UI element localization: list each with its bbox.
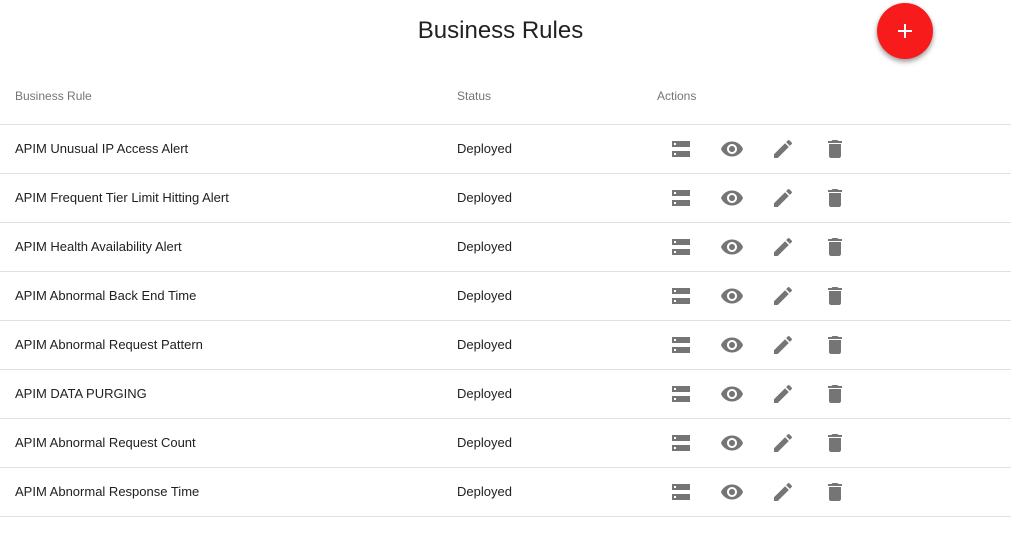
delete-button[interactable] [823, 284, 847, 308]
edit-icon [774, 139, 792, 158]
view-button[interactable] [720, 382, 744, 406]
deploy-info-icon [672, 386, 690, 402]
edit-icon [774, 384, 792, 403]
table-row: APIM Abnormal Request Pattern Deployed [0, 321, 1011, 370]
delete-button[interactable] [823, 137, 847, 161]
rule-status: Deployed [457, 239, 512, 254]
deploy-info-icon [672, 337, 690, 353]
edit-icon [774, 286, 792, 305]
delete-icon [828, 434, 842, 452]
table-row: APIM Unusual IP Access Alert Deployed [0, 125, 1011, 174]
deploy-info-button[interactable] [669, 137, 693, 161]
view-button[interactable] [720, 431, 744, 455]
delete-icon [828, 189, 842, 207]
table-row: APIM Health Availability Alert Deployed [0, 223, 1011, 272]
table-row: APIM Abnormal Back End Time Deployed [0, 272, 1011, 321]
edit-icon [774, 433, 792, 452]
delete-icon [828, 483, 842, 501]
delete-icon [828, 287, 842, 305]
edit-button[interactable] [771, 137, 795, 161]
table-row: APIM Abnormal Request Count Deployed [0, 419, 1011, 468]
deploy-info-icon [672, 239, 690, 255]
delete-icon [828, 140, 842, 158]
edit-icon [774, 188, 792, 207]
edit-button[interactable] [771, 284, 795, 308]
table-row: APIM DATA PURGING Deployed [0, 370, 1011, 419]
deploy-info-icon [672, 141, 690, 157]
plus-icon [898, 24, 912, 38]
view-icon [721, 484, 743, 500]
edit-button[interactable] [771, 431, 795, 455]
rule-name: APIM Frequent Tier Limit Hitting Alert [15, 190, 229, 205]
deploy-info-button[interactable] [669, 235, 693, 259]
rule-name: APIM Unusual IP Access Alert [15, 141, 189, 156]
column-header-actions: Actions [657, 89, 697, 103]
table-row: APIM Abnormal Response Time Deployed [0, 468, 1011, 517]
delete-button[interactable] [823, 186, 847, 210]
delete-icon [828, 238, 842, 256]
deploy-info-icon [672, 190, 690, 206]
deploy-info-button[interactable] [669, 480, 693, 504]
edit-icon [774, 237, 792, 256]
view-icon [721, 337, 743, 353]
edit-button[interactable] [771, 480, 795, 504]
edit-button[interactable] [771, 382, 795, 406]
edit-button[interactable] [771, 333, 795, 357]
edit-icon [774, 335, 792, 354]
page-title: Business Rules [417, 17, 584, 44]
delete-button[interactable] [823, 235, 847, 259]
rule-name: APIM Abnormal Request Pattern [15, 337, 203, 352]
delete-button[interactable] [823, 431, 847, 455]
view-icon [721, 141, 743, 157]
delete-button[interactable] [823, 480, 847, 504]
deploy-info-button[interactable] [669, 186, 693, 210]
view-icon [721, 435, 743, 451]
delete-button[interactable] [823, 333, 847, 357]
add-business-rule-button[interactable] [877, 3, 933, 59]
rule-status: Deployed [457, 337, 512, 352]
view-icon [721, 239, 743, 255]
delete-icon [828, 336, 842, 354]
business-rules-table: Business Rule Status Actions APIM Unusua… [0, 71, 1011, 517]
edit-button[interactable] [771, 186, 795, 210]
view-button[interactable] [720, 137, 744, 161]
rule-name: APIM DATA PURGING [15, 386, 147, 401]
rule-status: Deployed [457, 435, 512, 450]
view-button[interactable] [720, 235, 744, 259]
table-row: APIM Frequent Tier Limit Hitting Alert De… [0, 174, 1011, 223]
column-header-business-rule: Business Rule [15, 89, 92, 103]
deploy-info-button[interactable] [669, 284, 693, 308]
table-header: Business Rule Status Actions [0, 71, 1011, 125]
rule-status: Deployed [457, 141, 512, 156]
view-icon [721, 288, 743, 304]
view-button[interactable] [720, 333, 744, 357]
rule-status: Deployed [457, 190, 512, 205]
rule-name: APIM Abnormal Request Count [15, 435, 196, 450]
rule-status: Deployed [457, 386, 512, 401]
view-icon [721, 386, 743, 402]
view-button[interactable] [720, 186, 744, 210]
delete-button[interactable] [823, 382, 847, 406]
edit-icon [774, 482, 792, 501]
deploy-info-icon [672, 288, 690, 304]
table-body: APIM Unusual IP Access Alert Deployed APIM… [0, 125, 1011, 517]
rule-status: Deployed [457, 484, 512, 499]
view-icon [721, 190, 743, 206]
rule-status: Deployed [457, 288, 512, 303]
deploy-info-button[interactable] [669, 431, 693, 455]
view-button[interactable] [720, 284, 744, 308]
rule-name: APIM Health Availability Alert [15, 239, 182, 254]
rule-name: APIM Abnormal Response Time [15, 484, 200, 499]
deploy-info-button[interactable] [669, 333, 693, 357]
edit-button[interactable] [771, 235, 795, 259]
rule-name: APIM Abnormal Back End Time [15, 288, 197, 303]
delete-icon [828, 385, 842, 403]
deploy-info-icon [672, 484, 690, 500]
view-button[interactable] [720, 480, 744, 504]
deploy-info-button[interactable] [669, 382, 693, 406]
column-header-status: Status [457, 89, 492, 103]
deploy-info-icon [672, 435, 690, 451]
